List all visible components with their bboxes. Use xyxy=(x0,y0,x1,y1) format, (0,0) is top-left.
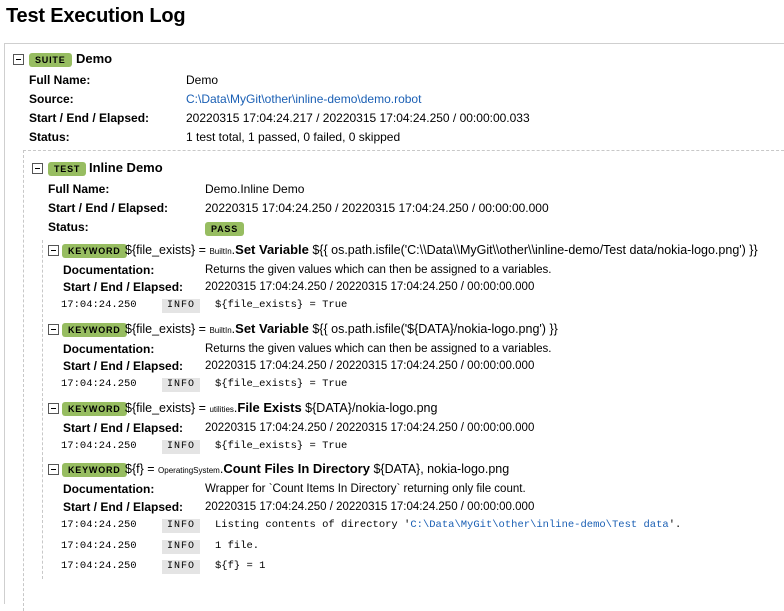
keyword-header[interactable]: ${file_exists} = BuiltIn.Set Variable ${… xyxy=(125,242,758,257)
keyword-library: BuiltIn xyxy=(209,247,232,256)
keyword-header[interactable]: ${f} = OperatingSystem.Count Files In Di… xyxy=(125,461,509,476)
keyword-collapse-toggle[interactable] xyxy=(48,245,59,256)
keyword-collapse-toggle[interactable] xyxy=(48,324,59,335)
suite-collapse-toggle[interactable] xyxy=(13,54,24,65)
suite-badge: SUITE xyxy=(29,53,72,67)
log-time: 17:04:24.250 xyxy=(61,560,137,572)
keyword-name: Set Variable xyxy=(235,242,309,257)
suite-status: 1 test total, 1 passed, 0 failed, 0 skip… xyxy=(186,130,401,144)
keyword-badge: KEYWORD xyxy=(62,463,127,477)
keyword-name: File Exists xyxy=(237,400,302,415)
test-status-badge: PASS xyxy=(205,222,245,236)
log-message: 1 file. xyxy=(215,540,260,552)
log-time: 17:04:24.250 xyxy=(61,519,137,531)
keyword-times-label: Start / End / Elapsed: xyxy=(63,359,184,373)
log-message: ${file_exists} = True xyxy=(215,299,348,311)
page-title: Test Execution Log xyxy=(6,5,186,27)
log-level-badge: INFO xyxy=(162,519,201,533)
log-message: Listing contents of directory 'C:\Data\M… xyxy=(215,519,681,531)
suite-times-label: Start / End / Elapsed: xyxy=(29,111,150,125)
suite-full-name-label: Full Name: xyxy=(29,73,91,87)
suite-status-label: Status: xyxy=(29,130,70,144)
keyword-args: ${{ os.path.isfile('C:\\Data\\MyGit\\oth… xyxy=(308,243,758,257)
keyword-badge: KEYWORD xyxy=(62,402,127,416)
keyword-header[interactable]: ${file_exists} = utilities.File Exists $… xyxy=(125,400,437,415)
log-level-badge: INFO xyxy=(162,560,201,574)
suite-full-name: Demo xyxy=(186,73,219,87)
test-name[interactable]: Inline Demo xyxy=(89,160,163,175)
keyword-args: ${DATA}, nokia-logo.png xyxy=(369,462,510,476)
suite-times: 20220315 17:04:24.217 / 20220315 17:04:2… xyxy=(186,111,530,125)
keyword-times-label: Start / End / Elapsed: xyxy=(63,421,184,435)
test-times: 20220315 17:04:24.250 / 20220315 17:04:2… xyxy=(205,201,549,215)
keyword-doc: Wrapper for `Count Items In Directory` r… xyxy=(205,483,526,495)
keyword-times: 20220315 17:04:24.250 / 20220315 17:04:2… xyxy=(205,281,535,293)
keyword-doc: Returns the given values which can then … xyxy=(205,264,552,276)
log-time: 17:04:24.250 xyxy=(61,378,137,390)
log-message-suffix: '. xyxy=(668,519,682,531)
test-badge: TEST xyxy=(48,162,87,176)
keyword-doc-label: Documentation: xyxy=(63,263,155,277)
log-message: ${f} = 1 xyxy=(215,560,266,572)
log-time: 17:04:24.250 xyxy=(61,440,137,452)
keyword-badge: KEYWORD xyxy=(62,244,127,258)
test-times-label: Start / End / Elapsed: xyxy=(48,201,169,215)
log-time: 17:04:24.250 xyxy=(61,299,137,311)
keyword-library: OperatingSystem xyxy=(158,466,220,475)
keyword-args: ${DATA}/nokia-logo.png xyxy=(301,401,438,415)
keyword-name: Count Files In Directory xyxy=(223,461,370,476)
keyword-header[interactable]: ${file_exists} = BuiltIn.Set Variable ${… xyxy=(125,321,558,336)
keyword-collapse-toggle[interactable] xyxy=(48,464,59,475)
log-time: 17:04:24.250 xyxy=(61,540,137,552)
keyword-name: Set Variable xyxy=(235,321,309,336)
keyword-library: utilities xyxy=(209,405,234,414)
keyword-library: BuiltIn xyxy=(209,326,232,335)
keyword-assign: ${file_exists} = xyxy=(125,401,210,415)
log-level-badge: INFO xyxy=(162,299,201,313)
test-collapse-toggle[interactable] xyxy=(32,163,43,174)
keyword-collapse-toggle[interactable] xyxy=(48,403,59,414)
test-status-label: Status: xyxy=(48,220,89,234)
log-message: ${file_exists} = True xyxy=(215,440,348,452)
keyword-doc: Returns the given values which can then … xyxy=(205,343,552,355)
keyword-times-label: Start / End / Elapsed: xyxy=(63,500,184,514)
directory-link[interactable]: C:\Data\MyGit\other\inline-demo\Test dat… xyxy=(410,519,668,531)
keyword-args: ${{ os.path.isfile('${DATA}/nokia-logo.p… xyxy=(308,322,558,336)
keyword-doc-label: Documentation: xyxy=(63,482,155,496)
keyword-times-label: Start / End / Elapsed: xyxy=(63,280,184,294)
keyword-badge: KEYWORD xyxy=(62,323,127,337)
suite-source-label: Source: xyxy=(29,92,74,106)
keyword-assign: ${file_exists} = xyxy=(125,322,210,336)
keyword-doc-label: Documentation: xyxy=(63,342,155,356)
keyword-times: 20220315 17:04:24.250 / 20220315 17:04:2… xyxy=(205,501,535,513)
test-full-name: Demo.Inline Demo xyxy=(205,182,305,196)
test-full-name-label: Full Name: xyxy=(48,182,110,196)
log-level-badge: INFO xyxy=(162,540,201,554)
log-level-badge: INFO xyxy=(162,440,201,454)
suite-source-link[interactable]: C:\Data\MyGit\other\inline-demo\demo.rob… xyxy=(186,92,421,106)
log-level-badge: INFO xyxy=(162,378,201,392)
keyword-times: 20220315 17:04:24.250 / 20220315 17:04:2… xyxy=(205,360,535,372)
log-message-prefix: Listing contents of directory ' xyxy=(215,519,411,531)
log-message: ${file_exists} = True xyxy=(215,378,348,390)
keyword-assign: ${f} = xyxy=(125,462,159,476)
suite-name[interactable]: Demo xyxy=(76,51,112,66)
keyword-times: 20220315 17:04:24.250 / 20220315 17:04:2… xyxy=(205,422,535,434)
keyword-assign: ${file_exists} = xyxy=(125,243,210,257)
